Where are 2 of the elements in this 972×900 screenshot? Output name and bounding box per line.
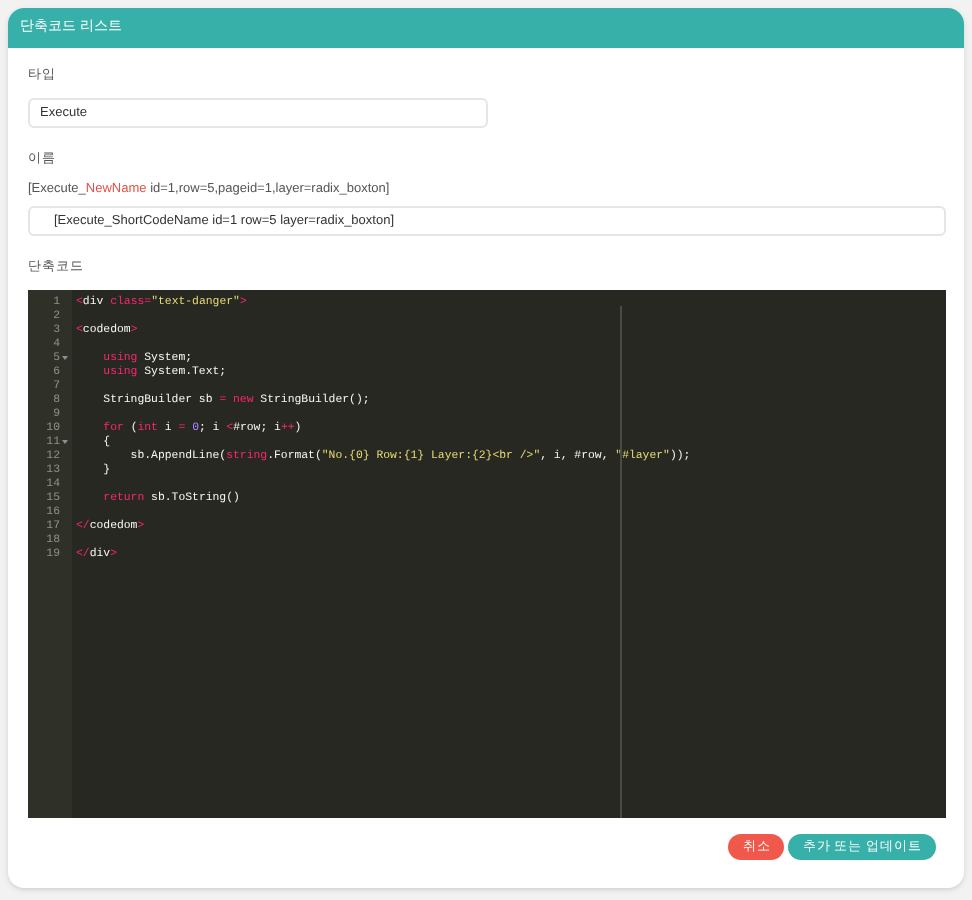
fold-caret-icon[interactable] [62,355,68,359]
fold-caret-icon[interactable] [62,439,68,443]
